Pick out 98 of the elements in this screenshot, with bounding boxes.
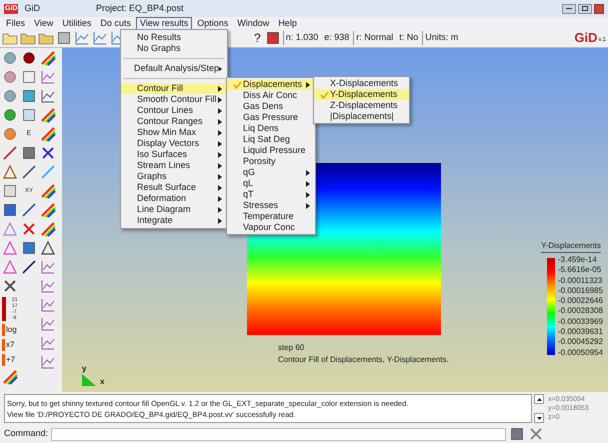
menu-item[interactable]: Gas Pressure (227, 112, 315, 123)
legend-value: -0.00050954 (558, 348, 603, 358)
chart-icon[interactable] (40, 297, 56, 313)
menu-item[interactable]: Integrate (121, 215, 227, 226)
chart-icon[interactable] (40, 278, 56, 294)
menu-item[interactable]: Porosity (227, 156, 315, 167)
menu-item[interactable]: Contour Lines (121, 105, 227, 116)
command-field[interactable] (51, 428, 506, 440)
cross-icon[interactable] (40, 145, 56, 161)
menu-item[interactable]: qL (227, 178, 315, 189)
menu-item[interactable]: |Displacements| (314, 111, 409, 122)
check-icon (320, 90, 328, 98)
axis-label: y (82, 364, 86, 373)
app-name: GiD (24, 2, 40, 15)
legend-value: -0.00039631 (558, 327, 603, 338)
minimize-button[interactable] (562, 4, 576, 14)
chart-icon[interactable] (40, 335, 56, 351)
down-arrow-icon (536, 416, 542, 420)
legend-value: -0.00045292 (558, 337, 603, 348)
legend-value: -0.00033969 (558, 316, 603, 328)
menu-item[interactable]: Temperature (227, 211, 315, 222)
menu-item[interactable]: Result Surface (121, 182, 227, 193)
up-arrow-icon (536, 398, 542, 400)
gid-logo: GiD (574, 31, 598, 45)
axis-triangle-icon (82, 374, 96, 386)
menu-item[interactable]: Diss Air Conc (227, 90, 315, 101)
menu-item[interactable]: Liq Dens (227, 123, 315, 134)
check-icon (232, 80, 242, 88)
rainbow-icon[interactable] (40, 183, 56, 199)
legend-value: -0.00022646 (558, 296, 603, 306)
window-title: Project: EQ_BP4.post (96, 2, 184, 15)
chart-icon[interactable] (40, 88, 56, 104)
menu-item[interactable]: Contour Fill (121, 83, 227, 94)
dot-icon[interactable] (21, 50, 37, 66)
maximize-button[interactable] (578, 4, 592, 14)
menu-item[interactable]: View results (136, 16, 192, 30)
menu-item[interactable]: Help (274, 16, 301, 30)
command-label: Command: (4, 427, 48, 440)
menu-item[interactable]: No Results (121, 32, 227, 43)
legend-value: -3.459e-14 (558, 255, 598, 266)
menu-item[interactable]: Contour Ranges (121, 116, 227, 127)
chart-icon[interactable] (40, 259, 56, 275)
menu-item[interactable]: Stresses (227, 200, 315, 211)
legend-title: Y-Displacements (541, 240, 601, 253)
status-info: Units: m (422, 31, 460, 45)
rainbow-icon[interactable] (2, 369, 18, 385)
menu-item[interactable]: Window (233, 16, 274, 30)
rainbow-icon[interactable] (40, 126, 56, 142)
menu-item[interactable]: Displacements (227, 79, 315, 90)
menu-item[interactable]: qG (227, 167, 315, 178)
menu-item[interactable]: Do cuts (96, 16, 135, 30)
status-info: t: No (398, 31, 420, 44)
menu-item[interactable]: Utilities (58, 16, 96, 30)
rainbow-icon[interactable] (40, 221, 56, 237)
menu-item[interactable]: qT (227, 189, 315, 200)
menu-item[interactable]: Vapour Conc (227, 222, 315, 233)
scroll-up-button[interactable] (534, 394, 544, 404)
status-info: e: 938 (323, 31, 350, 44)
menu-item[interactable]: View (30, 16, 58, 30)
menu-item[interactable]: Default Analysis/Step (121, 63, 227, 74)
menu-item[interactable]: Smooth Contour Fill (121, 94, 227, 105)
result-caption: Contour Fill of Displacements, Y-Displacements. (278, 354, 449, 366)
menu-item[interactable]: Graphs (121, 171, 227, 182)
menu-item[interactable]: X-Displacements (314, 78, 409, 89)
axis-label: x (100, 377, 104, 386)
cross-icon[interactable] (21, 221, 37, 237)
menu-item[interactable]: Z-Displacements (314, 100, 409, 111)
menu-item[interactable]: Deformation (121, 193, 227, 204)
rainbow-icon[interactable] (40, 202, 56, 218)
legend-value: -0.00011323 (558, 276, 603, 286)
menu-item[interactable]: Iso Surfaces (121, 149, 227, 160)
menu-item[interactable]: Gas Dens (227, 101, 315, 112)
sphere-icon[interactable] (2, 126, 18, 142)
submenu-arrow-icon (306, 82, 310, 88)
legend-value: -0.00016985 (558, 286, 603, 296)
submenu-arrow-icon (219, 66, 222, 72)
scroll-down-button[interactable] (534, 413, 544, 423)
chart-icon[interactable] (40, 316, 56, 332)
step-label: step 60 (278, 342, 306, 354)
legend-value: -5.6616e-05 (558, 265, 602, 276)
close-button[interactable] (594, 4, 604, 14)
chart-icon[interactable] (40, 354, 56, 370)
chart-icon[interactable] (40, 69, 56, 85)
legend-value: -0.00028308 (558, 306, 603, 317)
rainbow-icon[interactable] (40, 107, 56, 123)
rainbow-icon[interactable] (40, 50, 56, 66)
status-info: r: Normal (353, 31, 396, 45)
menu-item[interactable]: Line Diagram (121, 204, 227, 215)
menu-item[interactable]: Options (193, 16, 232, 30)
menu-item[interactable]: Stream Lines (121, 160, 227, 171)
menu-item[interactable]: Display Vectors (121, 138, 227, 149)
menu-item[interactable]: Liquid Pressure (227, 145, 315, 156)
help-button[interactable]: ? (252, 29, 263, 47)
status-info: n: 1.030 (282, 31, 320, 45)
menu-item[interactable]: Show Min Max (121, 127, 227, 138)
menu-item[interactable]: Liq Sat Deg (227, 134, 315, 145)
menu-item[interactable]: Files (2, 16, 30, 30)
menu-item[interactable]: Y-Displacements (314, 89, 409, 100)
